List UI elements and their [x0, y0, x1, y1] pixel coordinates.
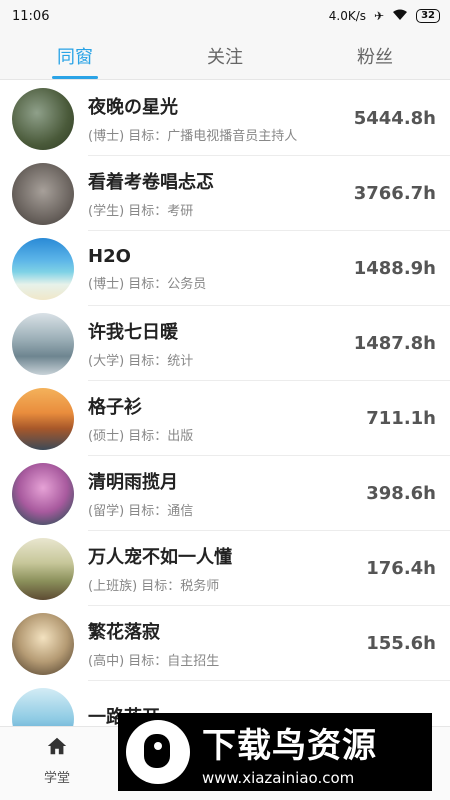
avatar[interactable]	[12, 462, 74, 525]
user-name: 许我七日暖	[88, 322, 178, 343]
watermark-title: 下载鸟资源	[202, 725, 377, 766]
list-item[interactable]: 许我七日暖 (大学) 目标：统计 1487.8h	[0, 306, 450, 381]
avatar[interactable]	[12, 87, 74, 150]
user-name: H2O	[88, 245, 131, 267]
tab-bar: 同窗 关注 粉丝	[0, 32, 450, 80]
status-indicators: 4.0K/s ✈ 32	[329, 9, 440, 24]
user-name: 万人宠不如一人懂	[88, 547, 232, 568]
study-hours: 155.6h	[366, 633, 436, 654]
nav-item-classroom[interactable]: 学堂	[22, 735, 92, 786]
list-item[interactable]: 格子衫 (硕士) 目标：出版 711.1h	[0, 381, 450, 456]
list-item[interactable]: 看着考卷唱忐忑 (学生) 目标：考研 3766.7h	[0, 156, 450, 231]
user-list: 夜晚の星光 (博士) 目标：广播电视播音员主持人 5444.8h 看着考卷唱忐忑…	[0, 81, 450, 726]
user-level: (学生)	[88, 204, 125, 219]
avatar[interactable]	[12, 612, 74, 675]
watermark-url: www.xiazainiao.com	[202, 768, 355, 787]
study-hours: 1487.8h	[353, 333, 436, 354]
list-item[interactable]: H2O (博士) 目标：公务员 1488.9h	[0, 231, 450, 306]
tab-following[interactable]: 关注	[150, 32, 300, 79]
avatar[interactable]	[12, 537, 74, 600]
list-item[interactable]: 夜晚の星光 (博士) 目标：广播电视播音员主持人 5444.8h	[0, 81, 450, 156]
tab-classmates[interactable]: 同窗	[0, 32, 150, 79]
user-level: (留学)	[88, 504, 125, 519]
user-goal: 目标：自主招生	[128, 654, 220, 669]
user-goal: 目标：考研	[128, 204, 194, 219]
list-item[interactable]: 万人宠不如一人懂 (上班族) 目标：税务师 176.4h	[0, 531, 450, 606]
tab-fans[interactable]: 粉丝	[300, 32, 450, 79]
study-hours: 711.1h	[366, 408, 436, 429]
user-level: (上班族)	[88, 579, 138, 594]
watermark-banner: 下载鸟资源 www.xiazainiao.com	[118, 713, 432, 791]
user-goal: 目标：通信	[128, 504, 194, 519]
home-icon	[46, 735, 68, 761]
user-name: 格子衫	[88, 397, 142, 418]
user-goal: 目标：公务员	[128, 276, 207, 292]
avatar[interactable]	[12, 312, 74, 375]
status-bar: 11:06 4.0K/s ✈ 32	[0, 0, 450, 32]
user-name: 夜晚の星光	[88, 97, 178, 118]
user-goal: 目标：出版	[128, 429, 194, 444]
user-goal: 目标：广播电视播音员主持人	[128, 129, 298, 144]
list-item[interactable]: 繁花落寂 (高中) 目标：自主招生 155.6h	[0, 606, 450, 681]
user-level: (高中)	[88, 654, 125, 669]
status-time: 11:06	[12, 8, 50, 24]
airplane-icon: ✈	[374, 9, 385, 23]
avatar[interactable]	[12, 237, 74, 300]
wifi-icon	[392, 9, 408, 24]
user-name: 繁花落寂	[88, 622, 160, 643]
battery-icon: 32	[416, 9, 440, 23]
user-level: (硕士)	[88, 429, 125, 444]
avatar[interactable]	[12, 687, 74, 726]
user-level: (博士)	[88, 276, 125, 292]
study-hours: 176.4h	[366, 558, 436, 579]
user-goal: 目标：税务师	[141, 579, 220, 594]
nav-label: 学堂	[43, 771, 70, 786]
study-hours: 398.6h	[366, 483, 436, 504]
avatar[interactable]	[12, 162, 74, 225]
user-name: 清明雨揽月	[88, 472, 178, 493]
avatar[interactable]	[12, 387, 74, 450]
user-level: (大学)	[88, 354, 125, 369]
bird-logo-icon	[126, 720, 190, 784]
user-level: (博士)	[88, 129, 125, 144]
study-hours: 5444.8h	[353, 108, 436, 129]
list-item[interactable]: 清明雨揽月 (留学) 目标：通信 398.6h	[0, 456, 450, 531]
network-speed: 4.0K/s	[328, 9, 367, 23]
user-goal: 目标：统计	[128, 354, 194, 369]
user-name: 看着考卷唱忐忑	[88, 172, 214, 193]
study-hours: 3766.7h	[353, 183, 436, 204]
study-hours: 1488.9h	[353, 258, 436, 279]
